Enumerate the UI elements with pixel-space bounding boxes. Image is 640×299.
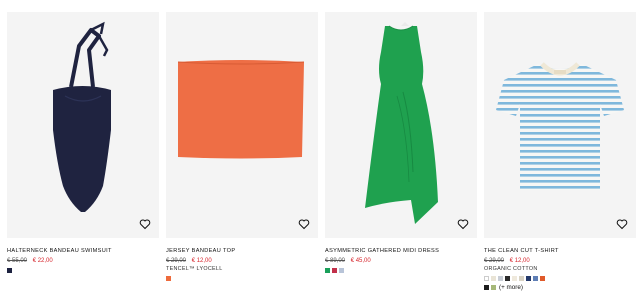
color-swatch[interactable]	[491, 275, 496, 281]
swimsuit-illustration	[53, 21, 111, 212]
color-swatch[interactable]	[484, 275, 489, 281]
color-swatches	[166, 275, 318, 281]
product-name[interactable]: THE CLEAN CUT T-SHIRT	[484, 247, 636, 255]
product-prices: € 29,00 € 12,00	[484, 257, 636, 265]
original-price: € 29,00	[484, 258, 505, 264]
color-swatches-row-2: (+ more)	[484, 284, 636, 291]
color-swatch[interactable]	[484, 285, 489, 290]
sale-price: € 12,00	[191, 258, 212, 264]
color-swatch[interactable]	[533, 275, 538, 281]
tshirt-illustration	[496, 62, 624, 190]
original-price: € 55,00	[7, 258, 28, 264]
sale-price: € 22,00	[32, 258, 53, 264]
heart-outline-icon[interactable]	[139, 218, 151, 230]
product-image-asymmetric-midi-dress[interactable]	[325, 12, 477, 238]
product-grid: HALTERNECK BANDEAU SWIMSUIT € 55,00 € 22…	[0, 0, 640, 299]
color-swatch[interactable]	[498, 275, 503, 281]
color-swatch[interactable]	[7, 267, 12, 273]
product-card[interactable]: ASYMMETRIC GATHERED MIDI DRESS € 89,00 €…	[325, 12, 477, 273]
product-name[interactable]: JERSEY BANDEAU TOP	[166, 247, 318, 255]
original-price: € 89,00	[325, 258, 346, 264]
product-card[interactable]: JERSEY BANDEAU TOP € 29,00 € 12,00 TENCE…	[166, 12, 318, 281]
color-swatches	[325, 267, 477, 273]
color-swatches	[484, 275, 636, 281]
heart-outline-icon[interactable]	[298, 218, 310, 230]
sale-price: € 45,00	[350, 258, 371, 264]
product-image-clean-cut-tshirt[interactable]	[484, 12, 636, 238]
product-prices: € 29,00 € 12,00	[166, 257, 318, 265]
color-swatch[interactable]	[519, 275, 524, 281]
product-prices: € 55,00 € 22,00	[7, 257, 159, 265]
color-swatch[interactable]	[332, 267, 337, 273]
product-name[interactable]: ASYMMETRIC GATHERED MIDI DRESS	[325, 247, 477, 255]
color-swatch[interactable]	[540, 275, 545, 281]
product-material: TENCEL™ LYOCELL	[166, 266, 223, 272]
sale-price: € 12,00	[509, 258, 530, 264]
product-image-jersey-bandeau-top[interactable]	[166, 12, 318, 238]
color-swatches	[7, 267, 159, 273]
product-card[interactable]: HALTERNECK BANDEAU SWIMSUIT € 55,00 € 22…	[7, 12, 159, 273]
heart-outline-icon[interactable]	[616, 218, 628, 230]
product-name[interactable]: HALTERNECK BANDEAU SWIMSUIT	[7, 247, 159, 255]
dress-illustration	[365, 22, 438, 224]
color-swatch[interactable]	[491, 285, 496, 290]
color-swatch[interactable]	[526, 275, 531, 281]
product-image-halterneck-swimsuit[interactable]	[7, 12, 159, 238]
color-swatch[interactable]	[325, 267, 330, 273]
color-swatch[interactable]	[166, 275, 171, 281]
original-price: € 29,00	[166, 258, 187, 264]
heart-outline-icon[interactable]	[457, 218, 469, 230]
bandeau-top-illustration	[177, 60, 305, 159]
product-prices: € 89,00 € 45,00	[325, 257, 477, 265]
more-colors-link[interactable]: (+ more)	[499, 284, 523, 291]
color-swatch[interactable]	[339, 267, 344, 273]
color-swatch[interactable]	[505, 275, 510, 281]
product-card[interactable]: THE CLEAN CUT T-SHIRT € 29,00 € 12,00 OR…	[484, 12, 636, 291]
color-swatch[interactable]	[512, 275, 517, 281]
product-material: ORGANIC COTTON	[484, 266, 538, 272]
